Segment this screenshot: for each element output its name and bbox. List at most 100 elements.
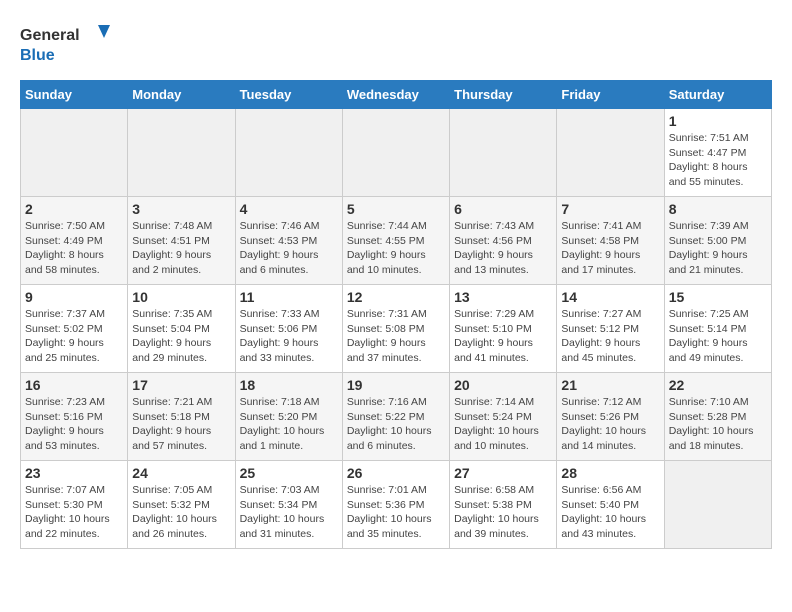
calendar-cell: 25 Sunrise: 7:03 AM Sunset: 5:34 PM Dayli… (235, 461, 342, 549)
day-number: 20 (454, 377, 552, 393)
calendar-cell: 4 Sunrise: 7:46 AM Sunset: 4:53 PM Daylig… (235, 197, 342, 285)
day-info: Sunrise: 7:29 AM Sunset: 5:10 PM Dayligh… (454, 307, 552, 366)
day-info: Sunrise: 7:48 AM Sunset: 4:51 PM Dayligh… (132, 219, 230, 278)
day-number: 16 (25, 377, 123, 393)
calendar-cell (664, 461, 771, 549)
calendar-cell: 17Sunrise: 7:21 AM Sunset: 5:18 PM Dayli… (128, 373, 235, 461)
day-info: Sunrise: 7:41 AM Sunset: 4:58 PM Dayligh… (561, 219, 659, 278)
calendar-cell: 27 Sunrise: 6:58 AM Sunset: 5:38 PM Dayli… (450, 461, 557, 549)
day-number: 8 (669, 201, 767, 217)
calendar-cell: 22 Sunrise: 7:10 AM Sunset: 5:28 PM Dayli… (664, 373, 771, 461)
calendar-cell: 14 Sunrise: 7:27 AM Sunset: 5:12 PM Dayli… (557, 285, 664, 373)
calendar-cell: 6 Sunrise: 7:43 AM Sunset: 4:56 PM Daylig… (450, 197, 557, 285)
calendar-cell (235, 109, 342, 197)
day-number: 9 (25, 289, 123, 305)
day-info: Sunrise: 7:43 AM Sunset: 4:56 PM Dayligh… (454, 219, 552, 278)
day-info: Sunrise: 7:27 AM Sunset: 5:12 PM Dayligh… (561, 307, 659, 366)
day-number: 25 (240, 465, 338, 481)
weekday-header: Friday (557, 81, 664, 109)
calendar-cell: 21 Sunrise: 7:12 AM Sunset: 5:26 PM Dayli… (557, 373, 664, 461)
calendar-cell (128, 109, 235, 197)
day-info: Sunrise: 7:33 AM Sunset: 5:06 PM Dayligh… (240, 307, 338, 366)
calendar-cell: 10 Sunrise: 7:35 AM Sunset: 5:04 PM Dayli… (128, 285, 235, 373)
day-number: 13 (454, 289, 552, 305)
calendar-cell (342, 109, 449, 197)
calendar-cell: 15 Sunrise: 7:25 AM Sunset: 5:14 PM Dayli… (664, 285, 771, 373)
day-number: 4 (240, 201, 338, 217)
day-number: 27 (454, 465, 552, 481)
day-info: Sunrise: 7:25 AM Sunset: 5:14 PM Dayligh… (669, 307, 767, 366)
day-info: Sunrise: 7:44 AM Sunset: 4:55 PM Dayligh… (347, 219, 445, 278)
day-info: Sunrise: 6:58 AM Sunset: 5:38 PM Dayligh… (454, 483, 552, 542)
calendar-cell: 26 Sunrise: 7:01 AM Sunset: 5:36 PM Dayli… (342, 461, 449, 549)
calendar-cell: 28 Sunrise: 6:56 AM Sunset: 5:40 PM Dayli… (557, 461, 664, 549)
day-number: 26 (347, 465, 445, 481)
day-info: Sunrise: 7:31 AM Sunset: 5:08 PM Dayligh… (347, 307, 445, 366)
calendar-cell: 23Sunrise: 7:07 AM Sunset: 5:30 PM Dayli… (21, 461, 128, 549)
weekday-header: Thursday (450, 81, 557, 109)
day-info: Sunrise: 7:14 AM Sunset: 5:24 PM Dayligh… (454, 395, 552, 454)
calendar-cell (450, 109, 557, 197)
day-number: 15 (669, 289, 767, 305)
day-info: Sunrise: 7:23 AM Sunset: 5:16 PM Dayligh… (25, 395, 123, 454)
calendar-cell: 16 Sunrise: 7:23 AM Sunset: 5:16 PM Dayli… (21, 373, 128, 461)
day-info: Sunrise: 7:46 AM Sunset: 4:53 PM Dayligh… (240, 219, 338, 278)
day-info: Sunrise: 7:03 AM Sunset: 5:34 PM Dayligh… (240, 483, 338, 542)
calendar-cell: 5 Sunrise: 7:44 AM Sunset: 4:55 PM Daylig… (342, 197, 449, 285)
day-info: Sunrise: 7:18 AM Sunset: 5:20 PM Dayligh… (240, 395, 338, 454)
day-number: 12 (347, 289, 445, 305)
day-number: 5 (347, 201, 445, 217)
calendar-week-row: 2 Sunrise: 7:50 AM Sunset: 4:49 PM Daylig… (21, 197, 772, 285)
calendar-cell: 18Sunrise: 7:18 AM Sunset: 5:20 PM Dayli… (235, 373, 342, 461)
day-info: Sunrise: 7:05 AM Sunset: 5:32 PM Dayligh… (132, 483, 230, 542)
calendar-cell (21, 109, 128, 197)
calendar-week-row: 1 Sunrise: 7:51 AM Sunset: 4:47 PM Daylig… (21, 109, 772, 197)
day-info: Sunrise: 7:07 AM Sunset: 5:30 PM Dayligh… (25, 483, 123, 542)
calendar-cell: 9 Sunrise: 7:37 AM Sunset: 5:02 PM Daylig… (21, 285, 128, 373)
day-number: 22 (669, 377, 767, 393)
day-number: 6 (454, 201, 552, 217)
day-info: Sunrise: 7:51 AM Sunset: 4:47 PM Dayligh… (669, 131, 767, 190)
day-info: Sunrise: 6:56 AM Sunset: 5:40 PM Dayligh… (561, 483, 659, 542)
day-info: Sunrise: 7:39 AM Sunset: 5:00 PM Dayligh… (669, 219, 767, 278)
day-info: Sunrise: 7:16 AM Sunset: 5:22 PM Dayligh… (347, 395, 445, 454)
calendar-cell (557, 109, 664, 197)
day-number: 10 (132, 289, 230, 305)
svg-text:Blue: Blue (20, 47, 55, 64)
day-number: 11 (240, 289, 338, 305)
day-number: 7 (561, 201, 659, 217)
day-info: Sunrise: 7:35 AM Sunset: 5:04 PM Dayligh… (132, 307, 230, 366)
weekday-header: Saturday (664, 81, 771, 109)
calendar-cell: 19 Sunrise: 7:16 AM Sunset: 5:22 PM Dayli… (342, 373, 449, 461)
calendar-week-row: 16 Sunrise: 7:23 AM Sunset: 5:16 PM Dayli… (21, 373, 772, 461)
logo: General Blue (20, 20, 110, 70)
weekday-header: Tuesday (235, 81, 342, 109)
weekday-header: Sunday (21, 81, 128, 109)
day-info: Sunrise: 7:37 AM Sunset: 5:02 PM Dayligh… (25, 307, 123, 366)
day-number: 28 (561, 465, 659, 481)
calendar-cell: 13 Sunrise: 7:29 AM Sunset: 5:10 PM Dayli… (450, 285, 557, 373)
weekday-header-row: SundayMondayTuesdayWednesdayThursdayFrid… (21, 81, 772, 109)
calendar-table: SundayMondayTuesdayWednesdayThursdayFrid… (20, 80, 772, 549)
day-number: 2 (25, 201, 123, 217)
page-header: General Blue (20, 20, 772, 70)
day-number: 21 (561, 377, 659, 393)
calendar-week-row: 9 Sunrise: 7:37 AM Sunset: 5:02 PM Daylig… (21, 285, 772, 373)
day-info: Sunrise: 7:10 AM Sunset: 5:28 PM Dayligh… (669, 395, 767, 454)
day-number: 17 (132, 377, 230, 393)
calendar-week-row: 23Sunrise: 7:07 AM Sunset: 5:30 PM Dayli… (21, 461, 772, 549)
svg-text:General: General (20, 27, 80, 44)
day-info: Sunrise: 7:01 AM Sunset: 5:36 PM Dayligh… (347, 483, 445, 542)
calendar-cell: 12 Sunrise: 7:31 AM Sunset: 5:08 PM Dayli… (342, 285, 449, 373)
calendar-cell: 20 Sunrise: 7:14 AM Sunset: 5:24 PM Dayli… (450, 373, 557, 461)
weekday-header: Monday (128, 81, 235, 109)
weekday-header: Wednesday (342, 81, 449, 109)
day-number: 14 (561, 289, 659, 305)
logo-svg: General Blue (20, 20, 110, 70)
day-info: Sunrise: 7:12 AM Sunset: 5:26 PM Dayligh… (561, 395, 659, 454)
calendar-cell: 7 Sunrise: 7:41 AM Sunset: 4:58 PM Daylig… (557, 197, 664, 285)
day-info: Sunrise: 7:50 AM Sunset: 4:49 PM Dayligh… (25, 219, 123, 278)
day-number: 1 (669, 113, 767, 129)
day-number: 19 (347, 377, 445, 393)
day-number: 3 (132, 201, 230, 217)
